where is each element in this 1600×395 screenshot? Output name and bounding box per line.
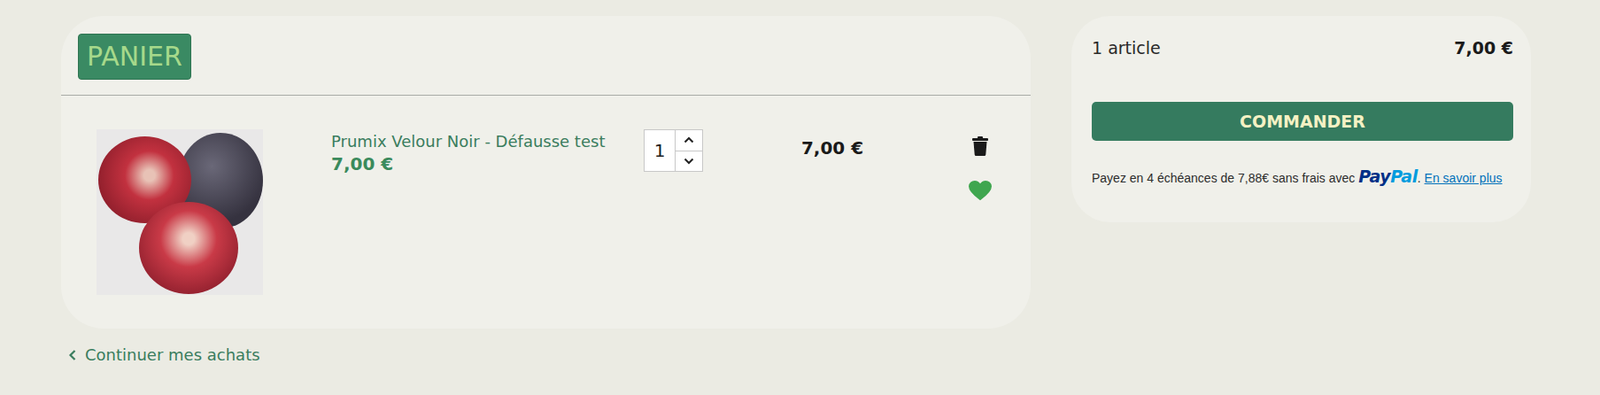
chevron-left-icon — [68, 348, 78, 362]
paypal-logo: PayPal — [1358, 166, 1417, 186]
cart-item: Prumix Velour Noir - Défausse test7,00 €… — [61, 95, 1031, 329]
line-total: 7,00 € — [703, 129, 962, 160]
paypal-text: Payez en 4 échéances de 7,88€ sans frais… — [1091, 170, 1355, 186]
summary-total: 7,00 € — [1453, 35, 1514, 61]
favorite-button[interactable] — [968, 180, 992, 201]
quantity-input[interactable]: 1 — [644, 130, 676, 171]
delete-button[interactable] — [972, 136, 989, 156]
cart-title: PANIER — [77, 33, 192, 80]
quantity-stepper: 1 — [643, 129, 704, 172]
chevron-down-icon — [683, 157, 695, 165]
cart-column: PANIER Prumix Velour Noir - Défausse test… — [61, 15, 1031, 366]
trash-icon — [972, 136, 989, 156]
decrease-button[interactable] — [675, 150, 703, 172]
heart-icon — [968, 180, 992, 201]
summary-row: 1 article 7,00 € — [1091, 35, 1514, 61]
continue-shopping-link[interactable]: Continuer mes achats — [68, 344, 1031, 366]
cart-header: PANIER — [61, 15, 1031, 96]
quantity-buttons — [675, 130, 703, 171]
order-summary: 1 article 7,00 € COMMANDER Payez en 4 échéa… — [1071, 15, 1531, 223]
paypal-punctuation: . — [1417, 170, 1422, 186]
checkout-button[interactable]: COMMANDER — [1091, 101, 1514, 141]
increase-button[interactable] — [675, 130, 703, 151]
product-info: Prumix Velour Noir - Défausse test7,00 € — [331, 129, 644, 176]
unit-price: 7,00 € — [331, 152, 644, 176]
product-name[interactable]: Prumix Velour Noir - Défausse test — [331, 131, 644, 153]
paypal-message: Payez en 4 échéances de 7,88€ sans frais… — [1091, 167, 1514, 187]
chevron-up-icon — [683, 136, 695, 144]
continue-shopping-text: Continuer mes achats — [85, 344, 261, 366]
product-photo[interactable] — [96, 129, 263, 295]
learn-more-link[interactable]: En savoir plus — [1424, 170, 1503, 186]
cart-card: PANIER Prumix Velour Noir - Défausse test… — [61, 15, 1031, 329]
item-actions — [961, 129, 999, 201]
item-count: 1 article — [1091, 35, 1161, 61]
cart-page: PANIER Prumix Velour Noir - Défausse test… — [0, 0, 1600, 395]
